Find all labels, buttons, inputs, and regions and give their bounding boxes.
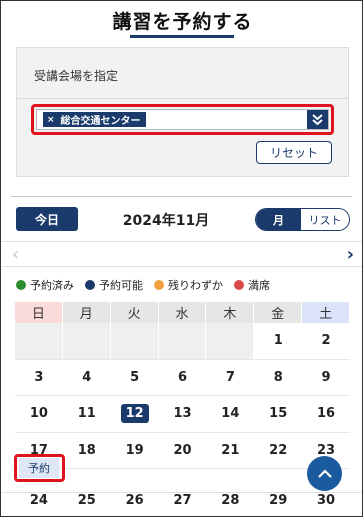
weekday-6: 土 xyxy=(302,302,350,323)
calendar-day[interactable]: 1 xyxy=(254,323,303,360)
section-divider xyxy=(11,196,352,197)
calendar-days: 1 2 3 4 5 6 7 8 9 10 11 12 13 14 15 16 17 18 19 20 21 22 23 xyxy=(15,323,350,469)
calendar-day[interactable]: 12 xyxy=(110,396,159,433)
page-frame: 講習を予約する 受講会場を指定 × 総合交通センター リセット 今日 2024年… xyxy=(0,0,363,517)
reset-button[interactable]: リセット xyxy=(256,141,332,164)
calendar-cell-empty xyxy=(206,323,255,360)
legend-dot-icon xyxy=(85,280,95,290)
calendar-partial-week: 24 25 26 27 28 29 30 xyxy=(15,485,350,515)
calendar-day[interactable]: 28 xyxy=(206,485,254,515)
calendar-day-number: 8 xyxy=(273,369,283,385)
chevron-left-icon[interactable]: ‹ xyxy=(12,244,19,265)
venue-filter-panel: 受講会場を指定 × 総合交通センター リセット xyxy=(16,47,349,177)
month-nav: ‹ › xyxy=(2,241,362,267)
view-toggle: 月 リスト xyxy=(255,208,350,231)
calendar-cell-empty xyxy=(158,323,207,360)
chevron-up-icon xyxy=(317,468,332,478)
title-underline xyxy=(130,35,234,38)
calendar-day-number: 22 xyxy=(269,442,288,458)
calendar-day[interactable]: 25 xyxy=(63,485,111,515)
calendar-day[interactable]: 26 xyxy=(111,485,159,515)
page-title: 講習を予約する xyxy=(112,11,253,33)
calendar-day[interactable]: 21 xyxy=(206,433,255,469)
legend-item: 予約可能 xyxy=(85,277,143,293)
calendar-day-number: 19 xyxy=(125,442,144,458)
month-label: 2024年11月 xyxy=(122,213,210,229)
calendar-day-number: 16 xyxy=(317,406,336,422)
calendar-day-number: 11 xyxy=(77,406,96,422)
calendar-day[interactable]: 7 xyxy=(206,360,255,396)
calendar-day-number: 20 xyxy=(173,442,192,458)
highlight-outline-venue xyxy=(31,104,334,135)
calendar-day-number: 9 xyxy=(321,369,331,385)
legend-dot-icon xyxy=(234,280,244,290)
legend-item: 満席 xyxy=(234,277,270,293)
calendar-day[interactable]: 15 xyxy=(254,396,303,433)
legend-label: 予約可能 xyxy=(99,279,143,292)
calendar-day-number: 14 xyxy=(221,406,240,422)
calendar-grid: 日月火水木金土 1 2 3 4 5 6 7 8 9 10 11 12 13 14 15 16 17 18 19 20 2… xyxy=(15,302,350,469)
calendar-day[interactable]: 2 xyxy=(302,323,350,360)
view-list-button[interactable]: リスト xyxy=(301,209,349,230)
calendar-cell-empty xyxy=(15,323,63,360)
calendar-day-number: 10 xyxy=(29,406,48,422)
calendar-day[interactable]: 5 xyxy=(110,360,159,396)
weekday-5: 金 xyxy=(254,302,303,323)
calendar-day[interactable]: 29 xyxy=(254,485,302,515)
calendar-day-number: 21 xyxy=(221,442,240,458)
calendar-day[interactable]: 9 xyxy=(302,360,350,396)
calendar-day[interactable]: 20 xyxy=(158,433,207,469)
calendar-day[interactable]: 6 xyxy=(158,360,207,396)
calendar-day-number: 15 xyxy=(269,406,288,422)
weekday-2: 火 xyxy=(110,302,159,323)
calendar-day[interactable]: 4 xyxy=(62,360,111,396)
calendar-day-number: 4 xyxy=(82,369,92,385)
calendar-day[interactable]: 3 xyxy=(15,360,63,396)
legend-dot-icon xyxy=(154,280,164,290)
scroll-top-button[interactable] xyxy=(307,456,342,491)
calendar-day-number: 6 xyxy=(177,369,188,385)
venue-label: 受講会場を指定 xyxy=(34,69,119,83)
calendar-day-number: 7 xyxy=(225,369,235,385)
legend-item: 予約済み xyxy=(16,277,74,293)
calendar-day-number: 5 xyxy=(130,369,140,385)
legend-label: 予約済み xyxy=(30,279,74,292)
calendar-day[interactable]: 8 xyxy=(254,360,303,396)
calendar-cell-empty xyxy=(110,323,159,360)
bottom-divider xyxy=(2,492,362,493)
calendar-day-number: 2 xyxy=(321,333,331,349)
view-month-button[interactable]: 月 xyxy=(256,209,301,230)
chevron-right-icon[interactable]: › xyxy=(347,244,354,265)
calendar-day-number: 13 xyxy=(173,406,192,422)
legend: 予約済み 予約可能 残りわずか 満席 xyxy=(16,277,270,293)
calendar-day[interactable]: 11 xyxy=(62,396,111,433)
calendar-day[interactable]: 14 xyxy=(206,396,255,433)
calendar-day[interactable]: 16 xyxy=(302,396,350,433)
calendar-day[interactable]: 24 xyxy=(15,485,63,515)
calendar-cell-empty xyxy=(62,323,111,360)
weekday-4: 木 xyxy=(206,302,255,323)
legend-label: 満席 xyxy=(248,279,270,292)
calendar-day[interactable]: 18 xyxy=(62,433,111,469)
calendar-day-number: 12 xyxy=(120,404,149,424)
calendar-day-number: 3 xyxy=(34,369,44,385)
highlight-outline-reserve xyxy=(14,454,65,482)
calendar-day[interactable]: 22 xyxy=(254,433,303,469)
weekday-header: 日月火水木金土 xyxy=(15,302,350,323)
calendar-day[interactable]: 13 xyxy=(158,396,207,433)
legend-dot-icon xyxy=(16,280,26,290)
weekday-1: 月 xyxy=(62,302,111,323)
today-button[interactable]: 今日 xyxy=(16,207,78,231)
calendar-day[interactable]: 10 xyxy=(15,396,63,433)
calendar-day[interactable]: 27 xyxy=(159,485,207,515)
calendar-day[interactable]: 19 xyxy=(110,433,159,469)
calendar-day-number: 18 xyxy=(77,442,96,458)
legend-item: 残りわずか xyxy=(154,277,223,293)
venue-divider xyxy=(17,98,348,99)
weekday-0: 日 xyxy=(15,302,63,323)
legend-label: 残りわずか xyxy=(168,279,223,292)
calendar-day-number: 1 xyxy=(273,333,283,349)
weekday-3: 水 xyxy=(158,302,207,323)
